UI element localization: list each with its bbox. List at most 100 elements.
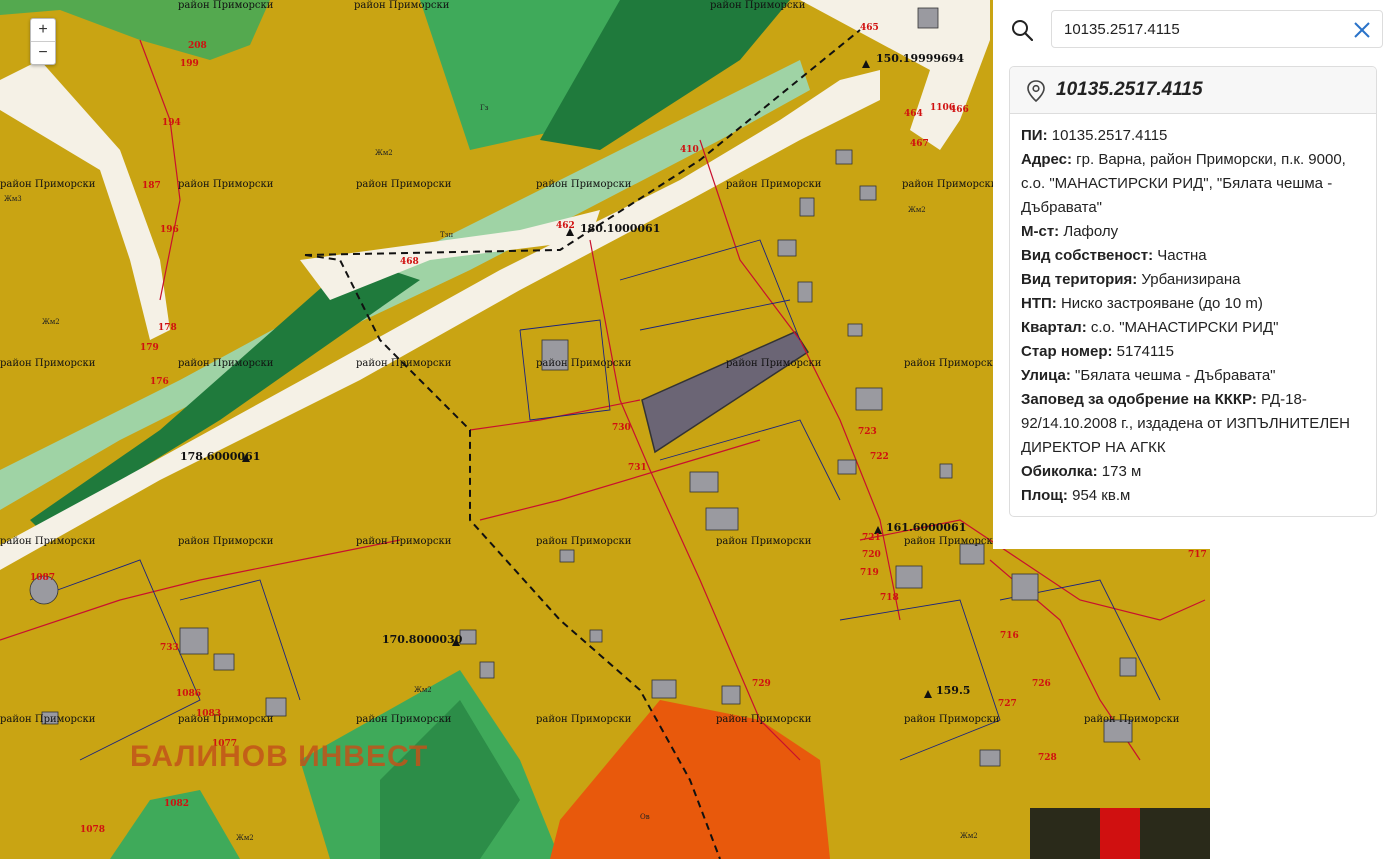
card-title: 10135.2517.4115 [1056,79,1203,100]
parcel-number: 717 [1188,550,1207,560]
zone-code: Жм2 [908,206,926,214]
zone-code: Гз [480,104,489,112]
zone-code: Жм2 [414,686,432,694]
parcel-info-card: 10135.2517.4115 ПИ: 10135.2517.4115 Адре… [1009,66,1377,517]
parcel-number: 187 [142,181,161,191]
district-label: район Приморски [716,714,812,725]
district-label: район Приморски [354,0,450,11]
search-icon [1012,20,1033,41]
zone-code: Ов [640,813,650,821]
elevation-label: 180.1000061 [580,222,660,235]
district-label: район Приморски [178,0,274,11]
district-label: район Приморски [0,536,96,547]
district-label: район Приморски [536,358,632,369]
info-row-perimeter: Обиколка: 173 м [1021,463,1142,480]
district-label: район Приморски [716,536,812,547]
parcel-number: 1087 [30,573,55,583]
district-label: район Приморски [356,536,452,547]
parcel-number: 468 [400,257,419,267]
parcel-number: 176 [150,377,169,387]
parcel-number: 1086 [176,689,201,699]
parcel-number: 722 [870,452,889,462]
parcel-number: 1078 [80,825,105,835]
parcel-number: 465 [860,23,879,33]
district-label: район Приморски [1084,714,1180,725]
parcel-number: 1083 [196,709,221,719]
district-label: район Приморски [178,714,274,725]
district-label: район Приморски [0,179,96,190]
parcel-number: 179 [140,343,159,353]
info-row-ownership: Вид собственост: Частна [1021,247,1207,264]
parcel-number: 410 [680,145,699,155]
info-row-ntp: НТП: Ниско застрояване (до 10 m) [1021,295,1263,312]
elevation-label: 150.19999694 [876,52,964,65]
parcel-number: 730 [612,423,631,433]
zone-code: Тзп [440,231,453,239]
district-label: район Приморски [0,358,96,369]
district-label: район Приморски [536,714,632,725]
parcel-number: 729 [752,679,771,689]
parcel-number: 199 [180,59,199,69]
info-row-quarter: Квартал: с.о. "МАНАСТИРСКИ РИД" [1021,319,1279,336]
parcel-number: 194 [162,118,181,128]
district-label: район Приморски [726,179,822,190]
zone-code: Жм2 [236,834,254,842]
parcel-number: 727 [998,699,1017,709]
parcel-number: 733 [160,643,179,653]
district-label: район Приморски [0,714,96,725]
zone-code: Жм3 [4,195,22,203]
parcel-number: 208 [188,41,207,51]
info-row-territory: Вид територия: Урбанизирана [1021,271,1241,288]
zone-code: Жм2 [375,149,393,157]
parcel-number: 728 [1038,753,1057,763]
zone-code: Жм2 [42,318,60,326]
district-label: район Приморски [902,179,998,190]
map-pin-icon [1027,80,1045,102]
info-row-address: Адрес: гр. Варна, район Приморски, п.к. … [1021,151,1346,216]
search-input[interactable] [1051,10,1383,48]
district-label: район Приморски [356,358,452,369]
district-label: район Приморски [356,714,452,725]
zone-code: Жм2 [960,832,978,840]
district-label: район Приморски [356,179,452,190]
district-label: район Приморски [726,358,822,369]
parcel-number: 466 [950,105,969,115]
parcel-number: 723 [858,427,877,437]
district-label: район Приморски [904,536,1000,547]
info-row-locality: М-ст: Лафолу [1021,223,1119,240]
parcel-number: 720 [862,550,881,560]
district-label: район Приморски [904,358,1000,369]
close-icon[interactable] [1353,21,1371,39]
parcel-number: 462 [556,221,575,231]
parcel-number: 716 [1000,631,1019,641]
overlay-owner-label: БАЛИНОВ ИНВЕСТ [130,740,429,773]
parcel-number: 1082 [164,799,189,809]
info-row-old-number: Стар номер: 5174115 [1021,343,1174,360]
district-label: район Приморски [904,714,1000,725]
parcel-number: 178 [158,323,177,333]
district-label: район Приморски [178,358,274,369]
zoom-control: + − [30,18,56,65]
info-row-pi: ПИ: 10135.2517.4115 [1021,127,1168,144]
parcel-number: 464 [904,109,923,119]
zoom-in-button[interactable]: + [31,19,55,41]
parcel-number: 721 [862,533,881,543]
elevation-label: 178.6000061 [180,450,260,463]
search-bar [1007,10,1383,50]
card-body: ПИ: 10135.2517.4115 Адрес: гр. Варна, ра… [1010,114,1376,508]
elevation-label: 159.5 [936,684,970,697]
parcel-number: 726 [1032,679,1051,689]
parcel-number: 731 [628,463,647,473]
info-row-area: Площ: 954 кв.м [1021,487,1131,504]
elevation-label: 170.8000030 [382,633,463,646]
district-label: район Приморски [710,0,806,11]
info-row-order: Заповед за одобрение на КККР: РД-18-92/1… [1021,391,1350,456]
zoom-out-button[interactable]: − [31,41,55,64]
district-label: район Приморски [178,536,274,547]
info-row-street: Улица: "Бялата чешма - Дъбравата" [1021,367,1276,384]
parcel-number: 467 [910,139,929,149]
card-header: 10135.2517.4115 [1010,67,1376,114]
elevation-label: 161.6000061 [886,521,966,534]
parcel-number: 718 [880,593,899,603]
info-panel: 10135.2517.4115 ПИ: 10135.2517.4115 Адре… [993,0,1388,549]
